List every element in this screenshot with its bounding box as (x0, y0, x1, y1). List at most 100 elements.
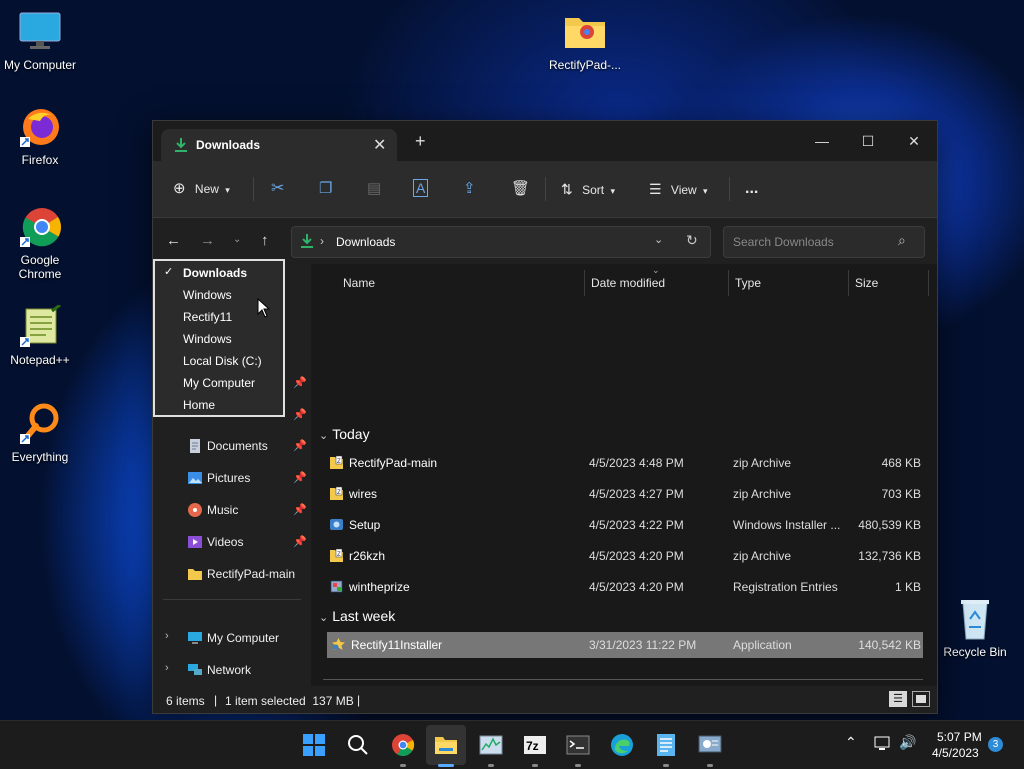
refresh-icon[interactable]: ↻ (686, 232, 698, 249)
menu-item-home[interactable]: Home (155, 394, 283, 416)
column-header-name[interactable]: Name (343, 276, 375, 290)
sidebar-item-rectifypad-main[interactable]: RectifyPad-main (153, 560, 311, 588)
copy-button[interactable]: ❐ (319, 177, 332, 201)
running-indicator (707, 764, 713, 767)
group-header-last-week[interactable]: ⌄ Last week (319, 608, 395, 624)
new-button[interactable]: ⊕ New ▾ (173, 177, 230, 201)
notification-badge[interactable]: 3 (988, 737, 1003, 752)
group-header-today[interactable]: ⌄ Today (319, 426, 370, 442)
more-icon: ... (745, 180, 759, 197)
tiles-view-icon[interactable] (912, 691, 930, 707)
details-view-icon[interactable]: ☰ (889, 691, 907, 707)
file-row[interactable]: Setup 4/5/2023 4:22 PM Windows Installer… (325, 512, 923, 538)
view-button[interactable]: ☰ View ▾ (649, 177, 708, 201)
show-hidden-icons-chevron-icon[interactable]: ⌃ (845, 734, 857, 751)
column-divider[interactable] (584, 270, 585, 296)
clock-date[interactable]: 4/5/2023 (932, 746, 979, 760)
downloads-icon (173, 137, 189, 156)
desktop-icon-recycle-bin[interactable]: Recycle Bin (935, 597, 1015, 659)
share-button[interactable]: ⇪ (463, 177, 476, 201)
taskbar-control-panel[interactable] (698, 733, 722, 757)
taskbar-file-explorer[interactable] (434, 733, 458, 757)
view-icon: ☰ (649, 181, 662, 197)
paste-button[interactable]: ▤ (367, 177, 381, 201)
back-arrow-icon[interactable]: ← (166, 232, 181, 249)
maximize-button[interactable]: ☐ (845, 127, 891, 155)
taskbar-7zip[interactable]: 7z (523, 733, 547, 757)
network-status-icon[interactable] (874, 735, 892, 754)
file-row[interactable]: Z wires 4/5/2023 4:27 PM zip Archive 703… (325, 481, 923, 507)
file-row[interactable]: Z r26kzh 4/5/2023 4:20 PM zip Archive 13… (325, 543, 923, 569)
address-dropdown-icon[interactable]: ⌄ (654, 233, 663, 246)
breadcrumb[interactable]: Downloads (336, 235, 395, 249)
tab-label: Downloads (196, 138, 261, 152)
file-row[interactable]: wintheprize 4/5/2023 4:20 PM Registratio… (325, 574, 923, 600)
chrome-icon (392, 734, 415, 756)
taskbar-edge[interactable] (610, 733, 634, 757)
paste-icon: ▤ (367, 180, 382, 197)
menu-item-windows-2[interactable]: Windows (155, 328, 283, 350)
sidebar-item-documents[interactable]: Documents 📌 (153, 432, 311, 460)
desktop-icon-my-computer[interactable]: My Computer (0, 10, 80, 72)
delete-button[interactable]: 🗑 (511, 177, 530, 201)
forward-arrow-icon[interactable]: → (200, 232, 215, 249)
desktop-icon-notepadpp[interactable]: Notepad++ (0, 303, 80, 367)
sidebar-item-network[interactable]: › Network (153, 656, 311, 684)
group-label: Last week (332, 608, 396, 624)
menu-item-local-disk[interactable]: Local Disk (C:) (155, 350, 283, 372)
taskbar-task-manager[interactable] (479, 733, 503, 757)
chevron-right-icon[interactable]: › (165, 630, 169, 642)
search-button[interactable] (346, 733, 370, 757)
sidebar-item-my-computer[interactable]: › My Computer (153, 624, 311, 652)
minimize-button[interactable]: — (799, 127, 845, 155)
file-type: zip Archive (733, 549, 792, 563)
search-input[interactable]: Search Downloads (733, 235, 834, 249)
quick-access-row-partial: 📌 (293, 377, 307, 389)
tab-downloads[interactable]: Downloads ✕ (161, 129, 397, 161)
column-header-size[interactable]: Size (855, 276, 878, 290)
rename-button[interactable]: A (413, 177, 429, 201)
chevron-right-icon[interactable]: › (165, 662, 169, 674)
column-header-date[interactable]: Date modified (591, 276, 665, 290)
taskbar-chrome[interactable] (391, 733, 415, 757)
pin-icon: 📌 (293, 472, 307, 484)
desktop-icon-rectifypad-zip[interactable]: RectifyPad-... (545, 10, 625, 72)
network-icon (187, 662, 203, 678)
running-indicator-active (438, 764, 454, 767)
desktop-icon-firefox[interactable]: Firefox (0, 105, 80, 167)
clock-time[interactable]: 5:07 PM (937, 730, 982, 744)
up-arrow-icon[interactable]: ↑ (261, 232, 269, 249)
column-divider[interactable] (928, 270, 929, 296)
taskbar-terminal[interactable] (566, 733, 590, 757)
menu-item-downloads[interactable]: ✓ Downloads (155, 262, 283, 284)
more-options-button[interactable]: ... (745, 177, 758, 201)
trash-icon: 🗑 (511, 180, 531, 197)
sidebar-item-videos[interactable]: Videos 📌 (153, 528, 311, 556)
taskbar-notepad[interactable] (654, 733, 678, 757)
file-row-selected[interactable]: Rectify11Installer 3/31/2023 11:22 PM Ap… (327, 632, 923, 658)
address-bar[interactable]: › Downloads ⌄ ↻ (291, 226, 711, 258)
menu-item-my-computer[interactable]: My Computer (155, 372, 283, 394)
pin-icon: 📌 (293, 440, 307, 452)
chevron-down-icon: ⌄ (319, 430, 329, 442)
cut-button[interactable]: ✂ (271, 177, 284, 201)
column-divider[interactable] (848, 270, 849, 296)
start-button[interactable] (302, 733, 326, 757)
sidebar-item-music[interactable]: Music 📌 (153, 496, 311, 524)
new-tab-button[interactable]: + (415, 131, 426, 152)
file-size: 140,542 KB (858, 638, 921, 652)
7zip-icon: 7z (524, 736, 546, 754)
recent-locations-chevron-icon[interactable]: ⌄ (233, 234, 241, 245)
search-box[interactable]: Search Downloads ⌕ (723, 226, 925, 258)
desktop-icon-everything[interactable]: Everything (0, 402, 80, 464)
horizontal-scrollbar[interactable] (323, 679, 923, 680)
close-window-button[interactable]: ✕ (891, 127, 937, 155)
file-row[interactable]: Z RectifyPad-main 4/5/2023 4:48 PM zip A… (325, 450, 923, 476)
column-divider[interactable] (728, 270, 729, 296)
sort-button[interactable]: ⇅ Sort ▾ (561, 177, 615, 201)
sidebar-item-pictures[interactable]: Pictures 📌 (153, 464, 311, 492)
column-header-type[interactable]: Type (735, 276, 761, 290)
desktop-icon-chrome[interactable]: Google Chrome (0, 205, 80, 281)
tab-close-icon[interactable]: ✕ (373, 135, 386, 155)
volume-icon[interactable]: 🔊 (899, 734, 916, 751)
